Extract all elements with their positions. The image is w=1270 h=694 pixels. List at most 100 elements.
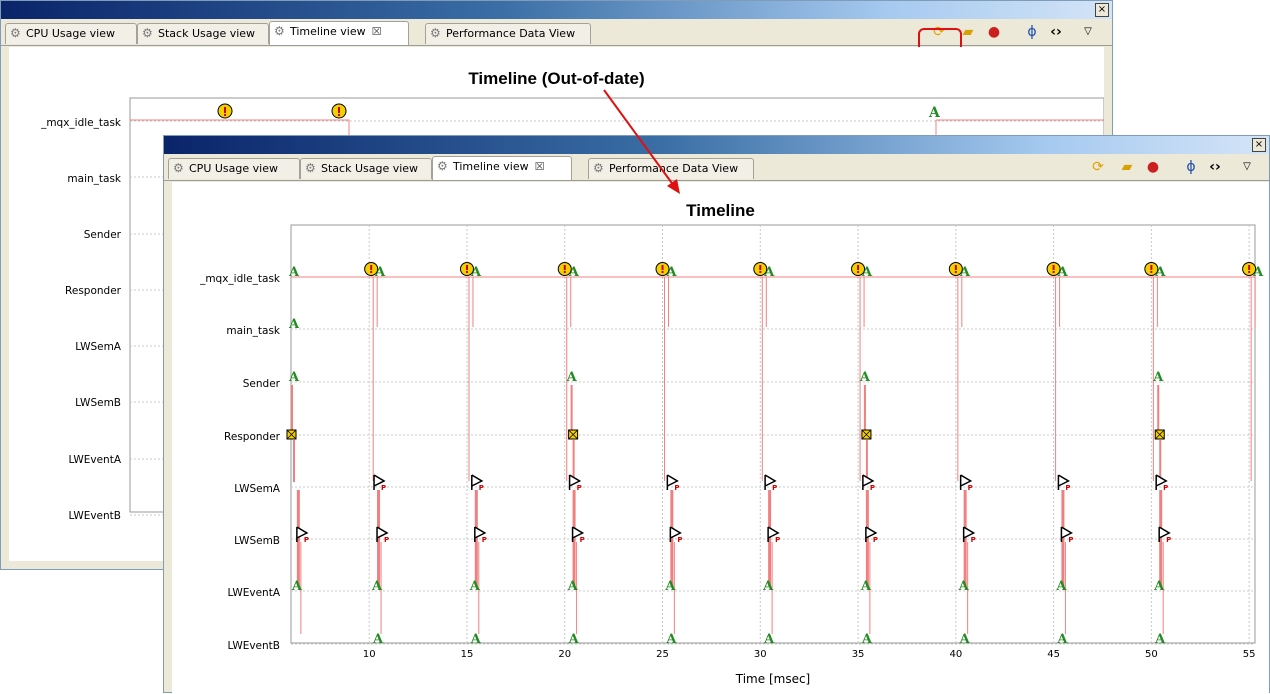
event-a-icon: A [1153,579,1165,594]
interrupt-marker-icon [217,103,233,119]
front-timeline-panel: Timeline AAAAAAAAAAPAPPAAPPAAPPAAPPAAPPA… [172,182,1269,694]
task-activity-bar [1159,440,1162,482]
tab-timeline[interactable]: ⚙ Timeline view ☒ [269,21,409,45]
window-close-button[interactable]: × [1252,138,1266,152]
svg-text:P: P [772,484,777,492]
back-row-label: main_task [67,173,121,185]
svg-text:P: P [1163,484,1168,492]
view-menu-icon[interactable]: ▽ [1238,158,1256,176]
message-icon [286,429,297,440]
record-icon[interactable]: ● [985,23,1003,41]
front-row-label: LWEventB [227,640,280,652]
x-tick-label: 55 [1243,649,1256,660]
front-row-label: main_task [226,325,280,337]
event-a-icon: A [470,265,482,280]
interrupt-marker-icon [331,103,347,119]
open-folder-icon[interactable]: ▰ [1118,158,1136,176]
task-activity-bar [570,385,573,430]
tab-timeline[interactable]: ⚙ Timeline view ☒ [432,156,572,180]
svg-text:P: P [674,484,679,492]
event-a-icon: A [1252,265,1264,280]
event-a-icon: A [1154,632,1166,647]
task-activity-bar [1157,385,1160,430]
event-a-icon: A [1152,370,1164,385]
gear-icon: ⚙ [305,161,316,175]
svg-text:P: P [577,484,582,492]
svg-text:P: P [381,484,386,492]
filter-icon[interactable]: ϕ [1023,23,1041,41]
window-close-button[interactable]: × [1095,3,1109,17]
svg-text:P: P [482,536,487,544]
front-chart: A A A A A A A A A A P A P P A A P P A A P P A A P P A A P P A A P P A A P P A A… [286,224,1264,660]
x-axis-label: Time [msec] [735,672,811,686]
filter-icon[interactable]: ϕ [1182,158,1200,176]
event-a-icon: A [469,579,481,594]
back-row-label: LWSemA [75,341,121,353]
tab-cpu-usage[interactable]: ⚙ CPU Usage view [168,158,300,179]
event-a-icon: A [371,579,383,594]
event-a-icon: A [860,579,872,594]
svg-text:P: P [580,536,585,544]
tab-cpu-usage[interactable]: ⚙ CPU Usage view [5,23,137,44]
task-activity-bar [865,440,868,482]
gear-icon: ⚙ [274,24,285,38]
back-row-label: Responder [65,285,121,297]
svg-text:P: P [971,536,976,544]
back-row-label: Sender [83,229,121,241]
svg-text:P: P [304,536,309,544]
event-a-icon: A [568,265,580,280]
timeline-window-front: × ⚙ CPU Usage view ⚙ Stack Usage view ⚙ Tim… [163,135,1270,694]
tab-close-icon[interactable]: ☒ [535,160,545,173]
tab-stack-usage[interactable]: ⚙ Stack Usage view [300,158,432,179]
refresh-icon[interactable]: ⟳ [1089,158,1107,176]
svg-text:P: P [968,484,973,492]
view-menu-icon[interactable]: ▽ [1079,23,1097,41]
event-a-icon: A [666,265,678,280]
svg-text:P: P [1068,536,1073,544]
tab-stack-usage[interactable]: ⚙ Stack Usage view [137,23,269,44]
front-row-label: LWEventA [227,587,280,599]
back-row-label: LWEventA [68,454,121,466]
tab-performance-data[interactable]: ⚙ Performance Data View [425,23,591,44]
event-a-icon: A [470,632,482,647]
record-icon[interactable]: ● [1144,158,1162,176]
tab-performance-data[interactable]: ⚙ Performance Data View [588,158,754,179]
event-a-icon: A [928,105,941,121]
gear-icon: ⚙ [430,26,441,40]
event-a-icon: A [763,632,775,647]
gear-icon: ⚙ [142,26,153,40]
back-row-label: _mqx_idle_task [41,117,121,129]
svg-text:P: P [870,484,875,492]
task-activity-bar [291,385,293,430]
x-tick-label: 30 [754,649,767,660]
code-view-icon[interactable]: ‹› [1206,158,1224,176]
x-tick-label: 10 [363,649,376,660]
x-tick-label: 40 [949,649,962,660]
front-row-label: LWSemA [234,483,280,495]
x-tick-label: 20 [558,649,571,660]
window-titlebar: × [1,1,1112,19]
event-a-icon: A [568,632,580,647]
front-row-label: _mqx_idle_task [200,273,280,285]
event-a-icon: A [958,579,970,594]
window-titlebar: × [164,136,1269,154]
svg-text:P: P [1166,536,1171,544]
front-row-label: LWSemB [234,535,280,547]
event-a-icon: A [763,265,775,280]
event-a-icon: A [861,265,873,280]
back-row-label: LWEventB [68,510,121,522]
view-tab-bar: ⚙ CPU Usage view ⚙ Stack Usage view ⚙ Timel… [164,154,1269,181]
event-a-icon: A [372,632,384,647]
task-activity-bar [293,440,295,482]
front-row-label: Sender [242,378,280,390]
event-a-icon: A [959,265,971,280]
code-view-icon[interactable]: ‹› [1047,23,1065,41]
svg-text:P: P [1065,484,1070,492]
view-tab-bar: ⚙ CPU Usage view ⚙ Stack Usage view ⚙ Timel… [1,19,1112,61]
message-icon [1154,429,1165,440]
tab-close-icon[interactable]: ☒ [372,25,382,38]
event-a-icon: A [288,370,300,385]
message-icon [861,429,872,440]
event-a-icon: A [1056,632,1068,647]
svg-text:P: P [775,536,780,544]
